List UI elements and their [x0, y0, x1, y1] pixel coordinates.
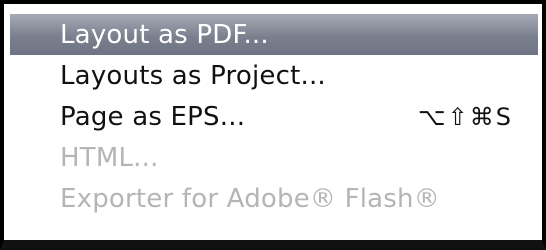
menu-item-label: Page as EPS... — [60, 101, 246, 132]
menu-item-label: HTML... — [60, 142, 159, 173]
menu-item-label: Layouts as Project... — [60, 60, 326, 91]
export-menu-frame: Layout as PDF... Layouts as Project... P… — [0, 0, 546, 250]
menu-item-html: HTML... — [10, 137, 538, 178]
keyboard-shortcut: ⌥⇧⌘S — [418, 102, 513, 131]
menu-item-layouts-as-project[interactable]: Layouts as Project... — [10, 55, 538, 96]
menu-item-exporter-for-adobe-flash: Exporter for Adobe® Flash® — [10, 178, 538, 219]
menu-item-label: Layout as PDF... — [60, 19, 269, 50]
export-submenu: Layout as PDF... Layouts as Project... P… — [10, 14, 538, 219]
menu-item-layout-as-pdf[interactable]: Layout as PDF... — [10, 14, 538, 55]
menu-item-label: Exporter for Adobe® Flash® — [60, 183, 440, 214]
menu-item-page-as-eps[interactable]: Page as EPS... ⌥⇧⌘S — [10, 96, 538, 137]
